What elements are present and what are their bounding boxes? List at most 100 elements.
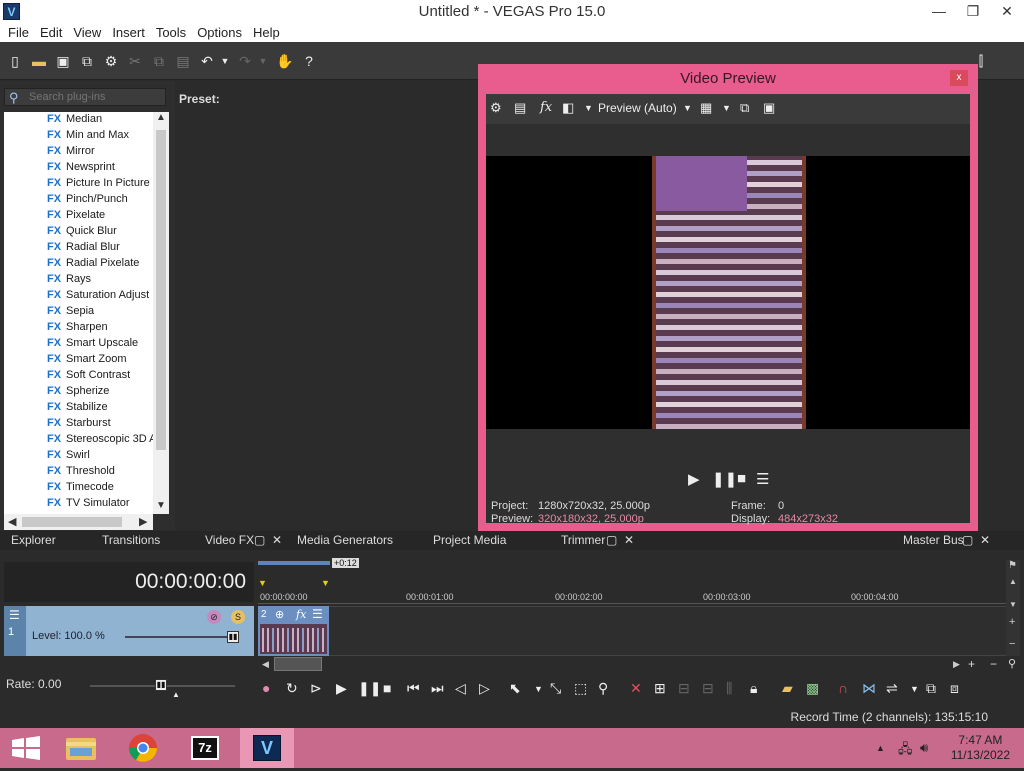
trimmer-float-icon[interactable]: ▢ <box>606 533 617 547</box>
master-bus-close-icon[interactable]: ✕ <box>980 533 990 547</box>
plugin-list-item[interactable]: FX Starburst <box>4 416 153 432</box>
volume-icon[interactable]: 🔊︎ <box>920 740 928 756</box>
plugin-list-item[interactable]: FX Min and Max <box>4 128 153 144</box>
trimmer-close-icon[interactable]: ✕ <box>624 533 634 547</box>
redo-icon[interactable]: ↷ <box>236 52 254 70</box>
plugin-list-item[interactable]: FX Rays <box>4 272 153 288</box>
clip-crop-icon[interactable]: ⊕ <box>275 608 284 621</box>
undo-icon[interactable]: ↶ <box>198 52 216 70</box>
redo-dropdown-icon[interactable]: ▼ <box>254 52 272 70</box>
plugin-list-item[interactable]: FX Radial Pixelate <box>4 256 153 272</box>
lock-icon[interactable]: 🔒︎ <box>750 680 757 697</box>
plugin-list-item[interactable]: FX Pinch/Punch <box>4 192 153 208</box>
plugin-list-item[interactable]: FX Saturation Adjust <box>4 288 153 304</box>
taskbar-clock[interactable]: 7:47 AM 11/13/2022 <box>951 733 1010 763</box>
plugin-list-item[interactable]: FX Timecode <box>4 480 153 496</box>
menu-tools[interactable]: Tools <box>152 24 193 42</box>
close-button[interactable]: ✕ <box>990 0 1024 24</box>
plugin-search-box[interactable]: ⚲ <box>4 88 166 106</box>
plugin-list-vertical-scrollbar[interactable]: ▲ ▼ <box>153 112 169 514</box>
taskbar-7zip[interactable]: 7z <box>178 728 232 768</box>
overlays-dropdown-icon[interactable]: ▼ <box>722 103 731 113</box>
plugin-list-item[interactable]: FX Sepia <box>4 304 153 320</box>
tab-video-fx[interactable]: Video FX <box>205 533 254 547</box>
overlays-grid-icon[interactable]: ▦ <box>700 100 712 116</box>
taskbar-vegas-pro[interactable]: V <box>240 728 294 768</box>
track-level-slider[interactable] <box>125 636 235 638</box>
video-fx-float-icon[interactable]: ▢ <box>254 533 265 547</box>
tab-trimmer[interactable]: Trimmer <box>561 533 605 547</box>
master-bus-float-icon[interactable]: ▢ <box>962 533 973 547</box>
track-menu-icon[interactable]: ☰ <box>9 608 20 622</box>
plugin-list-scroll-thumb[interactable] <box>156 130 166 450</box>
preview-quality-dropdown[interactable]: Preview (Auto) <box>598 101 677 115</box>
preview-quality-dropdown-icon[interactable]: ▼ <box>683 103 692 113</box>
copy-snapshot-icon[interactable]: ⧉ <box>740 100 749 116</box>
pause-icon[interactable]: ❚❚ <box>712 470 737 488</box>
lock-envelopes-icon[interactable]: ⧉ <box>926 680 936 697</box>
ripple-edit-icon[interactable]: ⇌ <box>886 680 898 697</box>
copy-icon[interactable]: ⧉ <box>150 52 168 70</box>
video-output-fx-icon[interactable]: fx <box>540 100 552 115</box>
trim-start-icon[interactable]: ⊟ <box>678 680 690 697</box>
scroll-right-icon[interactable]: ▶ <box>139 515 147 528</box>
clip-fx-icon[interactable]: fx <box>296 608 306 621</box>
track-zoom-in-icon[interactable]: + <box>1009 616 1015 628</box>
timeline-hscroll-thumb[interactable] <box>274 657 322 671</box>
go-to-end-icon[interactable]: ⏭ <box>431 680 444 697</box>
settings-gear-icon[interactable]: ⚙ <box>102 52 120 70</box>
plugin-list-item[interactable]: FX Quick Blur <box>4 224 153 240</box>
loop-playback-icon[interactable]: ↻ <box>286 680 298 697</box>
menu-file[interactable]: File <box>4 24 36 42</box>
menu-edit[interactable]: Edit <box>36 24 69 42</box>
split-screen-dropdown-icon[interactable]: ▼ <box>584 103 593 113</box>
play-from-start-icon[interactable]: ⊳ <box>310 680 322 697</box>
insert-marker-icon[interactable]: ▰ <box>782 680 793 697</box>
plugin-list-item[interactable]: FX Pixelate <box>4 208 153 224</box>
plugin-list-hscroll-thumb[interactable] <box>22 517 122 527</box>
timeline-play-icon[interactable]: ▶ <box>336 680 347 697</box>
trim-icon[interactable]: ⊞ <box>654 680 666 697</box>
plugin-list-item[interactable]: FX Smart Zoom <box>4 352 153 368</box>
plugin-list-item[interactable]: FX Spherize <box>4 384 153 400</box>
network-icon[interactable]: 🖧︎ <box>898 740 913 762</box>
plugin-list-horizontal-scrollbar[interactable]: ◀ ▶ <box>4 514 153 530</box>
delete-icon[interactable]: ✕ <box>630 680 642 697</box>
plugin-list-item[interactable]: FX Swirl <box>4 448 153 464</box>
plugin-list-item[interactable]: FX Threshold <box>4 464 153 480</box>
new-file-icon[interactable]: ▯ <box>6 52 24 70</box>
taskbar-chrome[interactable] <box>116 728 170 768</box>
open-folder-icon[interactable]: ▬ <box>30 52 48 70</box>
undo-dropdown-icon[interactable]: ▼ <box>216 52 234 70</box>
tab-media-generators[interactable]: Media Generators <box>297 533 393 547</box>
plugin-list-item[interactable]: FX Radial Blur <box>4 240 153 256</box>
stop-icon[interactable]: ■ <box>737 470 746 487</box>
plugin-list-item[interactable]: FX Stereoscopic 3D A <box>4 432 153 448</box>
play-icon[interactable]: ▶ <box>688 470 700 488</box>
plugin-list-item[interactable]: FX Smart Upscale <box>4 336 153 352</box>
rate-slider-handle[interactable]: ▮▮ <box>155 679 167 691</box>
selection-edit-tool-icon[interactable]: ⬚ <box>574 680 587 697</box>
next-frame-icon[interactable]: ▷ <box>479 680 490 697</box>
cut-icon[interactable]: ✂ <box>126 52 144 70</box>
plugin-list-item[interactable]: FX Median <box>4 112 153 128</box>
hand-tool-icon[interactable]: ✋ <box>276 52 294 70</box>
scroll-left-icon[interactable]: ◀ <box>8 515 16 528</box>
show-hidden-icons[interactable]: ▲ <box>876 743 885 753</box>
plugin-list-item[interactable]: FX Soft Contrast <box>4 368 153 384</box>
tab-project-media[interactable]: Project Media <box>433 533 506 547</box>
scroll-up-icon[interactable]: ▲ <box>156 112 166 123</box>
video-preview-titlebar[interactable]: Video Preview x <box>478 64 978 92</box>
timeline-scroll-left-icon[interactable]: ◀ <box>262 659 269 670</box>
zoom-tool-icon[interactable]: ⚲ <box>1008 657 1016 670</box>
vscroll-down-icon[interactable]: ▼ <box>1009 600 1017 609</box>
render-icon[interactable]: ⧉ <box>78 52 96 70</box>
scroll-down-icon[interactable]: ▼ <box>156 500 166 511</box>
save-icon[interactable]: ▣ <box>54 52 72 70</box>
auto-crossfade-icon[interactable]: ⋈ <box>862 680 876 697</box>
ripple-dropdown-icon[interactable]: ▼ <box>910 684 919 694</box>
zoom-in-icon[interactable]: + <box>968 657 975 671</box>
plugin-list-item[interactable]: FX Newsprint <box>4 160 153 176</box>
menu-insert[interactable]: Insert <box>108 24 152 42</box>
save-snapshot-icon[interactable]: ▣ <box>763 100 775 116</box>
